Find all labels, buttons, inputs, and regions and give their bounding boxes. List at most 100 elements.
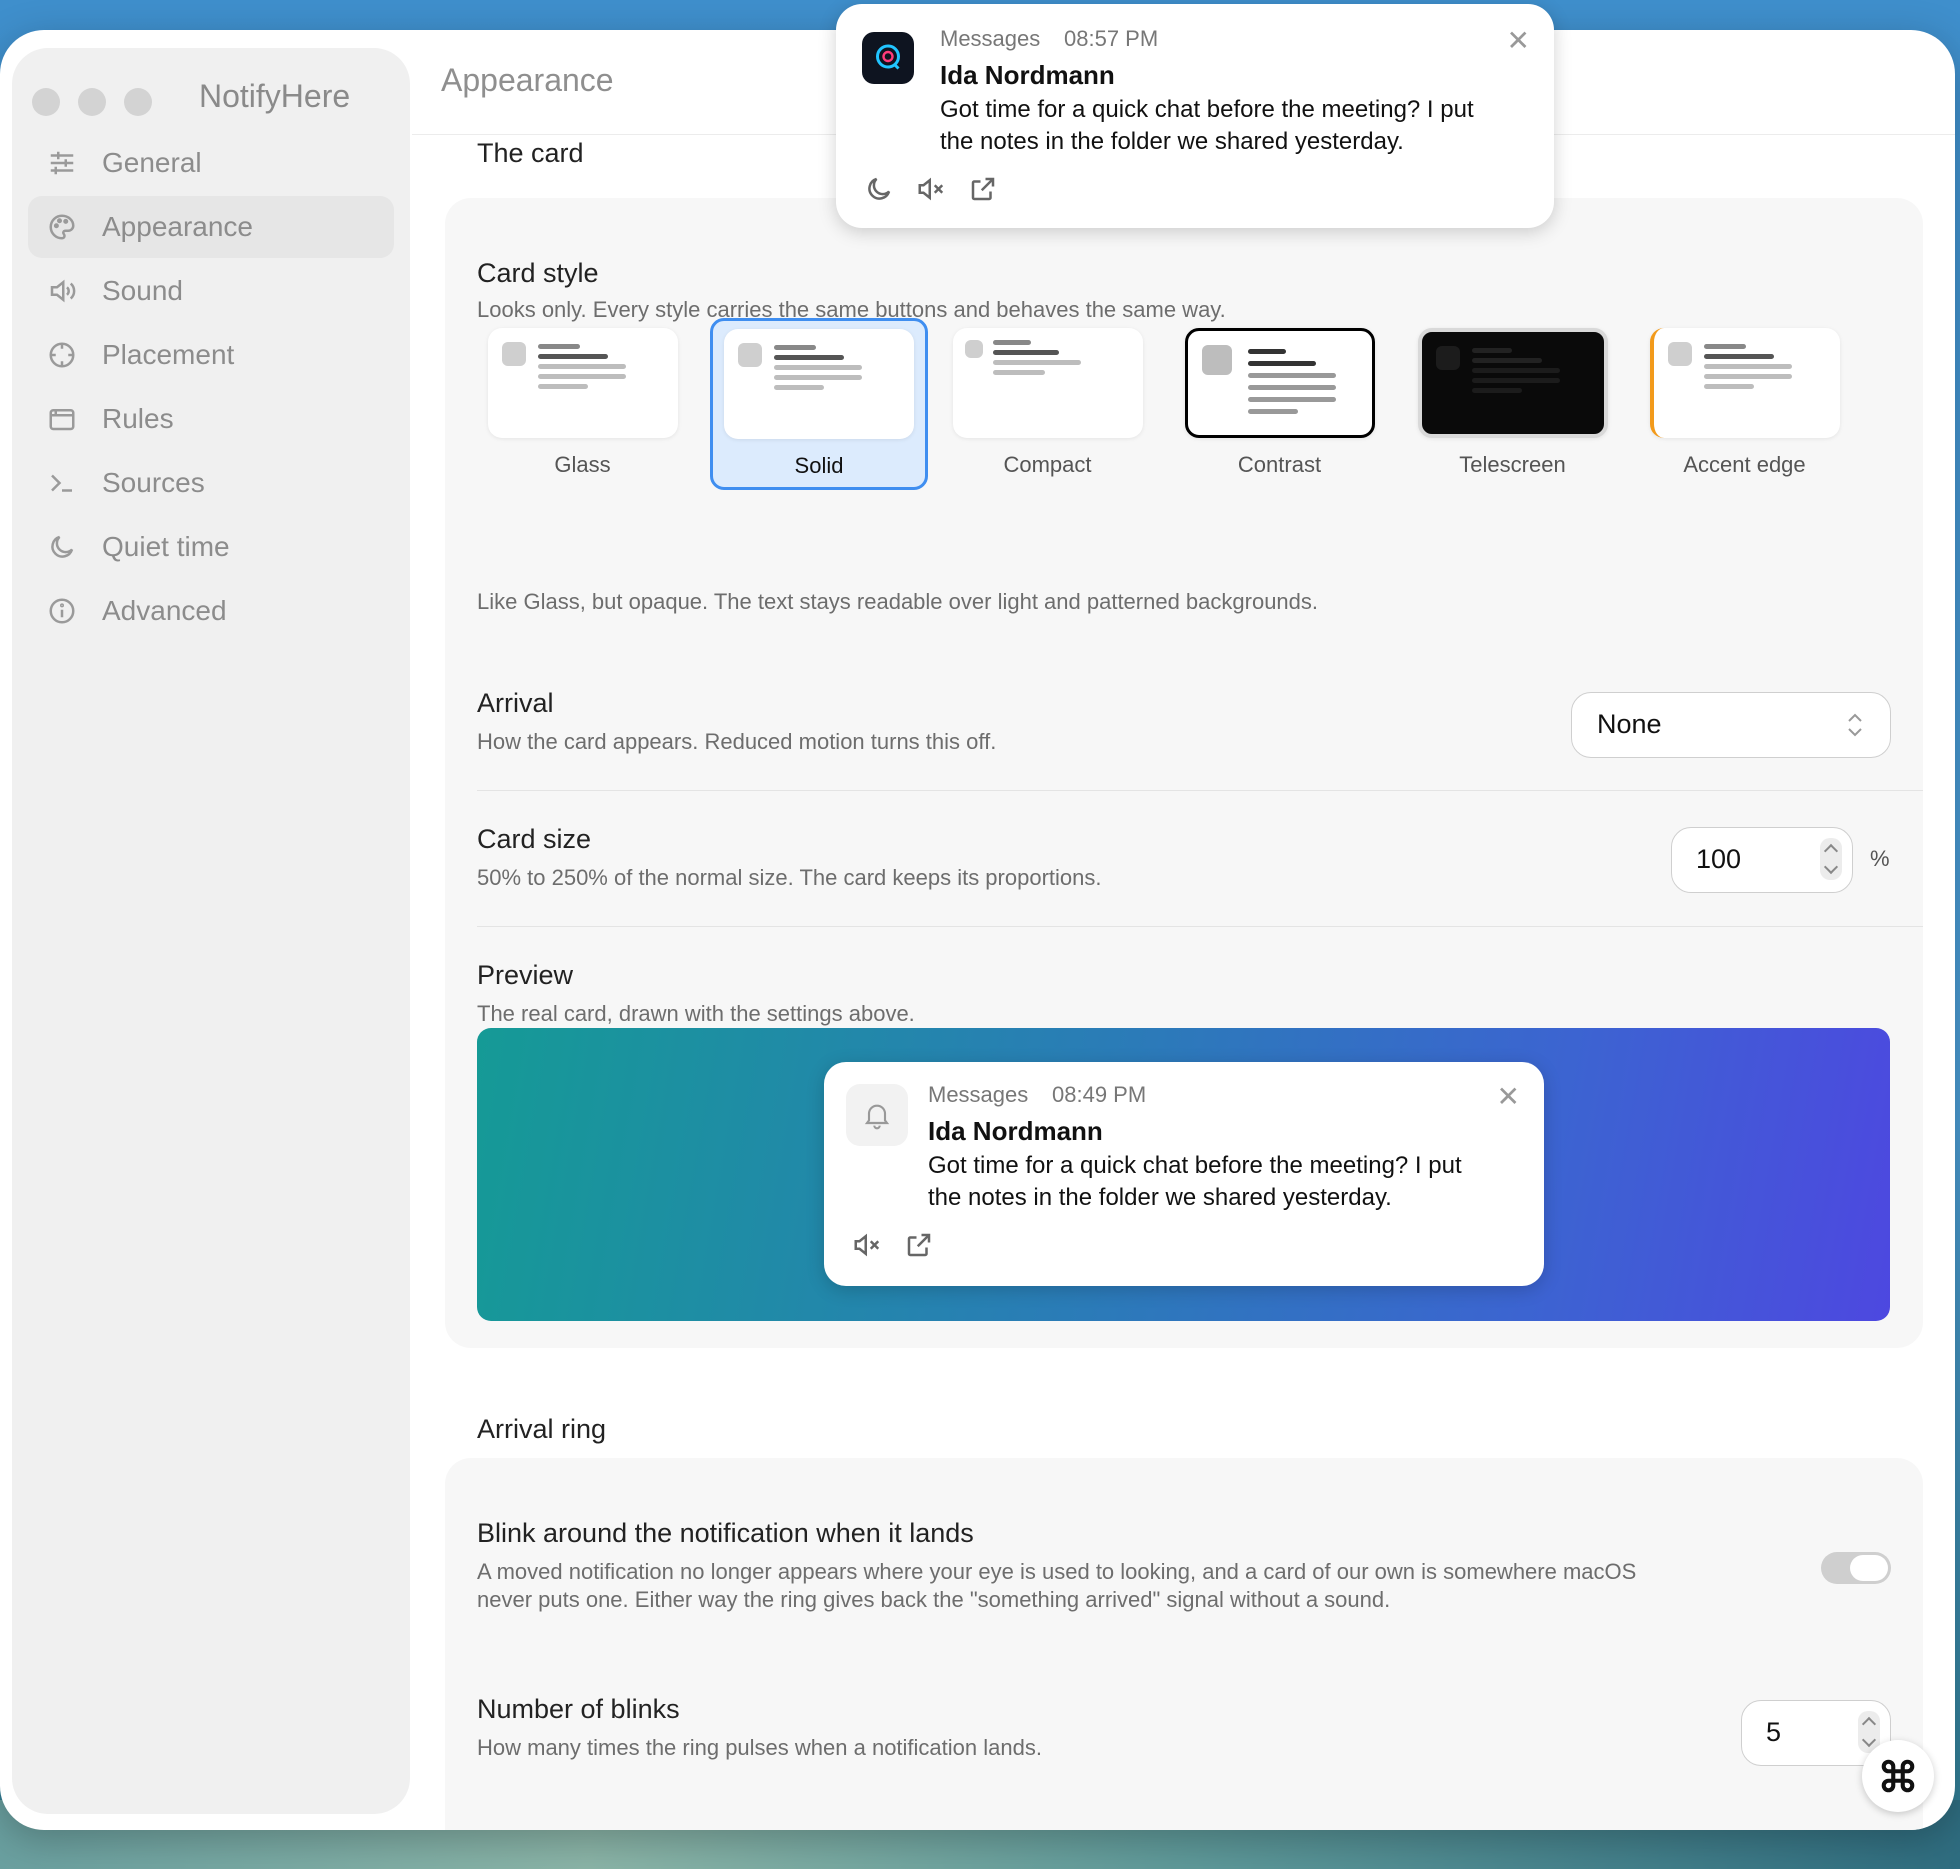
selected-style-desc: Like Glass, but opaque. The text stays r… — [477, 589, 1319, 614]
card-app-name: Messages — [928, 1082, 1029, 1107]
card-style-title: Card style — [477, 258, 599, 288]
mute-icon[interactable] — [852, 1230, 882, 1260]
moon-icon — [46, 531, 78, 563]
window-controls — [32, 88, 152, 116]
open-external-icon[interactable] — [904, 1230, 934, 1260]
toast-time: 08:57 PM — [1064, 26, 1159, 51]
style-option-compact[interactable]: Compact — [950, 328, 1145, 478]
sidebar-item-sound[interactable]: Sound — [28, 260, 394, 322]
style-thumbnail — [1649, 328, 1840, 438]
blink-title: Blink around the notification when it la… — [477, 1518, 974, 1548]
app-title: NotifyHere — [199, 78, 351, 114]
card-size-desc: 50% to 250% of the normal size. The card… — [477, 865, 1102, 890]
command-icon — [1881, 1759, 1915, 1793]
blink-toggle[interactable] — [1821, 1552, 1891, 1584]
blinks-value: 5 — [1766, 1717, 1782, 1747]
arrival-desc: How the card appears. Reduced motion tur… — [477, 729, 997, 754]
close-icon[interactable]: ✕ — [1497, 1080, 1520, 1113]
sidebar-item-label: General — [102, 147, 202, 178]
arrival-ring-panel: Blink around the notification when it la… — [445, 1458, 1923, 1830]
chat-bubble-icon — [876, 44, 900, 70]
sidebar-item-rules[interactable]: Rules — [28, 388, 394, 450]
minimize-window-button[interactable] — [78, 88, 106, 116]
card-size-unit: % — [1870, 846, 1890, 871]
sidebar-item-appearance[interactable]: Appearance — [28, 196, 394, 258]
style-option-label: Contrast — [1237, 452, 1322, 477]
style-option-label: Compact — [1003, 452, 1092, 477]
toast-app-name: Messages — [940, 26, 1041, 51]
crosshair-icon — [46, 339, 78, 371]
style-option-contrast[interactable]: Contrast — [1182, 328, 1377, 478]
moon-icon[interactable] — [864, 174, 894, 204]
arrival-select[interactable]: None — [1571, 692, 1891, 758]
chevron-updown-icon — [1848, 713, 1862, 737]
style-thumbnail — [952, 328, 1143, 438]
the-card-panel: Card style Looks only. Every style carri… — [445, 198, 1923, 1348]
style-thumbnail — [724, 329, 914, 439]
style-option-accent-edge[interactable]: Accent edge — [1647, 328, 1842, 478]
sidebar-item-label: Appearance — [102, 211, 254, 242]
palette-icon — [46, 211, 78, 243]
row-divider — [477, 790, 1923, 791]
zoom-window-button[interactable] — [124, 88, 152, 116]
style-option-solid[interactable]: Solid — [710, 318, 928, 490]
style-thumbnail — [487, 328, 678, 438]
card-body-line1: Got time for a quick chat before the mee… — [928, 1152, 1462, 1179]
card-size-stepper[interactable]: 100 — [1671, 827, 1853, 893]
sidebar-item-label: Sound — [102, 275, 183, 306]
window-icon — [46, 403, 78, 435]
sidebar: NotifyHere General Appearance Sound Plac… — [12, 48, 410, 1814]
sidebar-item-label: Quiet time — [102, 531, 230, 562]
info-icon — [46, 595, 78, 627]
sidebar-item-label: Advanced — [102, 595, 227, 626]
sidebar-item-placement[interactable]: Placement — [28, 324, 394, 386]
sidebar-item-label: Rules — [102, 403, 174, 434]
blinks-title: Number of blinks — [477, 1694, 680, 1724]
toast-sender: Ida Nordmann — [940, 60, 1115, 90]
close-window-button[interactable] — [32, 88, 60, 116]
messages-app-icon — [862, 32, 914, 84]
blink-desc-line1: A moved notification no longer appears w… — [477, 1559, 1637, 1584]
sliders-icon — [46, 147, 78, 179]
close-icon[interactable]: ✕ — [1507, 24, 1530, 57]
blinks-desc: How many times the ring pulses when a no… — [477, 1735, 1042, 1760]
preview-background: Messages 08:49 PM ✕ Ida Nordmann Got tim… — [477, 1028, 1890, 1321]
style-option-label: Solid — [794, 453, 844, 478]
style-option-label: Accent edge — [1683, 452, 1806, 477]
toast-body-line1: Got time for a quick chat before the mee… — [940, 96, 1474, 123]
speaker-icon — [46, 275, 78, 307]
sidebar-item-quiet-time[interactable]: Quiet time — [28, 516, 394, 578]
sidebar-item-sources[interactable]: Sources — [28, 452, 394, 514]
card-sender: Ida Nordmann — [928, 1116, 1103, 1146]
floating-action-button[interactable] — [1862, 1740, 1934, 1812]
style-option-telescreen[interactable]: Telescreen — [1415, 328, 1610, 478]
card-size-value: 100 — [1696, 844, 1742, 874]
sidebar-item-general[interactable]: General — [28, 132, 394, 194]
app-placeholder-icon — [846, 1084, 908, 1146]
settings-window: NotifyHere General Appearance Sound Plac… — [0, 30, 1955, 1830]
terminal-icon — [46, 467, 78, 499]
open-external-icon[interactable] — [968, 174, 998, 204]
preview-title: Preview — [477, 960, 574, 990]
style-option-glass[interactable]: Glass — [485, 328, 680, 478]
stepper-arrows[interactable] — [1820, 838, 1842, 880]
card-time: 08:49 PM — [1052, 1082, 1147, 1107]
mute-icon[interactable] — [916, 174, 946, 204]
card-size-title: Card size — [477, 824, 592, 854]
sidebar-item-label: Placement — [102, 339, 235, 370]
section-title-the-card: The card — [477, 138, 584, 168]
row-divider — [477, 926, 1923, 927]
card-body-line2: the notes in the folder we shared yester… — [928, 1184, 1392, 1211]
toast-body-line2: the notes in the folder we shared yester… — [940, 128, 1404, 155]
style-thumbnail — [1417, 328, 1608, 438]
style-option-label: Telescreen — [1459, 452, 1566, 477]
notification-toast: Messages 08:57 PM ✕ Ida Nordmann Got tim… — [836, 4, 1554, 228]
sidebar-item-label: Sources — [102, 467, 205, 498]
sidebar-nav: General Appearance Sound Placement Rules… — [28, 132, 394, 644]
bell-icon — [864, 1104, 890, 1130]
page-title: Appearance — [441, 62, 614, 98]
sidebar-item-advanced[interactable]: Advanced — [28, 580, 394, 642]
arrival-select-value: None — [1597, 709, 1662, 739]
style-thumbnail — [1184, 328, 1375, 438]
preview-notification-card: Messages 08:49 PM ✕ Ida Nordmann Got tim… — [824, 1062, 1544, 1286]
